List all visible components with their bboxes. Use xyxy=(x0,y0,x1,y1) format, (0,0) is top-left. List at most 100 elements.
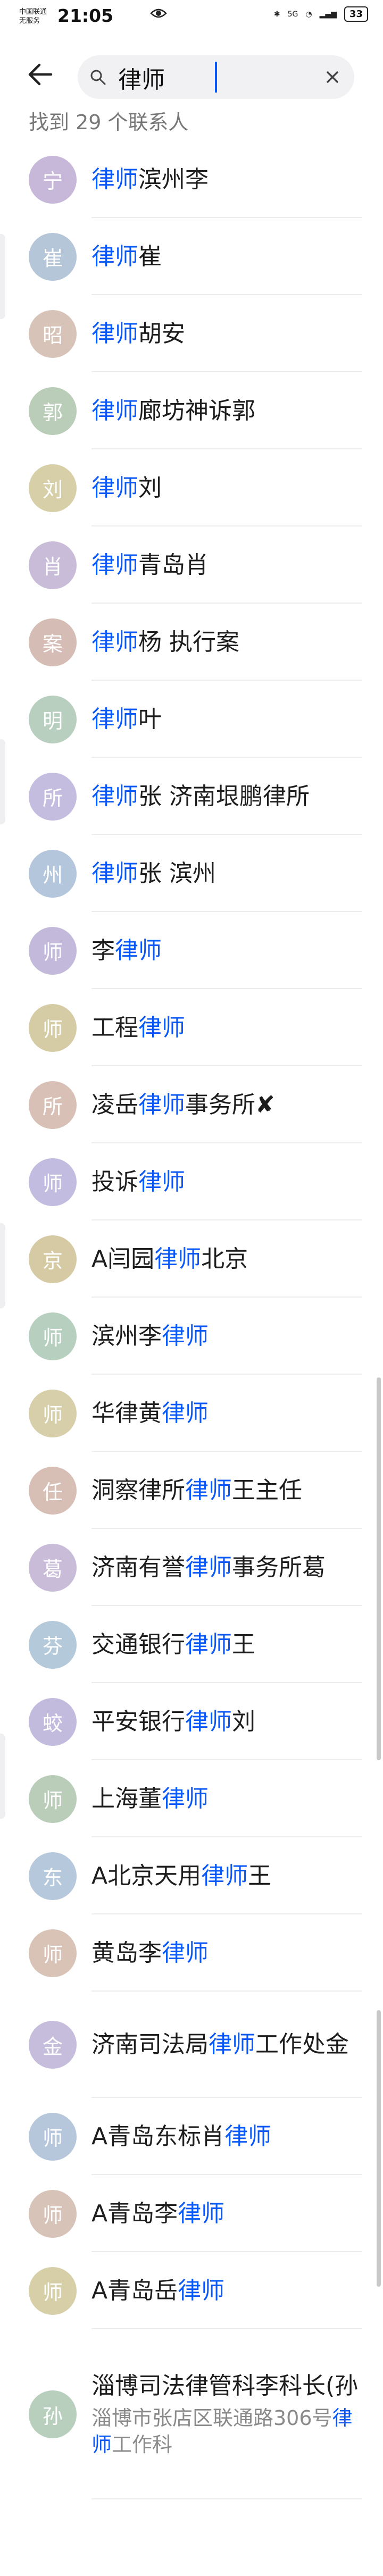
contact-name: 淄博司法律管科李科长(孙 淄博市张店区联通路306号律师工作科 xyxy=(91,2371,362,2458)
search-input[interactable] xyxy=(117,61,305,95)
contact-name: 济南司法局律师工作处金 xyxy=(91,2029,362,2060)
name-match-highlight: 律师 xyxy=(162,1785,209,1812)
name-match-highlight: 律师 xyxy=(185,1630,232,1658)
name-text: 廊坊神诉郭 xyxy=(138,397,255,424)
name-text: 杨 执行案 xyxy=(138,628,239,656)
edge-panel-handle[interactable] xyxy=(0,1223,5,1308)
close-icon[interactable] xyxy=(322,67,343,87)
name-text: 事务所葛 xyxy=(232,1553,326,1581)
contact-name: 律师胡安 xyxy=(91,319,362,349)
contact-avatar: 州 xyxy=(29,849,77,898)
name-match-highlight: 律师 xyxy=(91,705,138,733)
contact-row[interactable]: 任洞察律所律师王主任 xyxy=(0,1452,383,1529)
contact-avatar: 葛 xyxy=(29,1543,77,1592)
contact-row[interactable]: 师李律师 xyxy=(0,912,383,989)
contact-name: 律师崔 xyxy=(91,241,362,272)
contact-name: A青岛李律师 xyxy=(91,2198,362,2229)
contact-row[interactable]: 所律师张 济南垠鹏律所 xyxy=(0,758,383,835)
scrollbar[interactable] xyxy=(377,1377,381,1760)
name-text: 刘 xyxy=(232,1708,255,1735)
edge-panel-handle[interactable] xyxy=(0,739,5,824)
contact-row[interactable]: 崔律师崔 xyxy=(0,218,383,295)
contact-name: 律师刘 xyxy=(91,473,362,504)
contact-avatar: 所 xyxy=(29,772,77,821)
contact-name: 凌岳律师事务所✘ xyxy=(91,1090,362,1120)
contact-row[interactable]: 金济南司法局律师工作处金 xyxy=(0,1992,383,2098)
name-match-highlight: 律师 xyxy=(91,474,138,501)
name-text: 上海董 xyxy=(91,1785,162,1812)
name-match-highlight: 律师 xyxy=(162,1939,209,1967)
signal-icon: ▂▄▆ xyxy=(319,10,337,19)
contact-row[interactable]: 东 A北京天用律师王 xyxy=(0,1837,383,1914)
contact-avatar: 师 xyxy=(29,2266,77,2315)
contact-row[interactable]: 师上海董律师 xyxy=(0,1760,383,1837)
contact-name: 工程律师 xyxy=(91,1013,362,1043)
contact-name: 平安银行律师刘 xyxy=(91,1707,362,1737)
edge-panel-handle[interactable] xyxy=(0,234,5,319)
bluetooth-icon: ✱ xyxy=(273,10,280,19)
name-match-highlight: 律师 xyxy=(224,2122,272,2150)
name-match-highlight: 律师 xyxy=(115,936,162,964)
name-text: 洞察律所 xyxy=(91,1476,185,1504)
name-text: 王 xyxy=(248,1862,272,1889)
contact-name: 华律黄律师 xyxy=(91,1398,362,1429)
name-match-highlight: 律师 xyxy=(162,1322,209,1350)
contact-avatar: 师 xyxy=(29,2189,77,2238)
contact-row[interactable]: 宁律师滨州李 xyxy=(0,141,383,218)
contact-avatar: 东 xyxy=(29,1852,77,1900)
contact-row[interactable]: 蛟平安银行律师刘 xyxy=(0,1683,383,1760)
contact-row[interactable]: 案律师杨 执行案 xyxy=(0,604,383,681)
name-text: 工作处金 xyxy=(255,2031,349,2058)
contact-row[interactable]: 师 A青岛岳律师 xyxy=(0,2252,383,2329)
name-text: 刘 xyxy=(138,474,162,501)
contact-avatar: 孙 xyxy=(29,2390,77,2438)
scrollbar[interactable] xyxy=(377,2010,381,2287)
contact-name: 洞察律所律师王主任 xyxy=(91,1475,362,1506)
name-text: 济南司法局 xyxy=(91,2031,209,2058)
contact-row[interactable]: 明律师叶 xyxy=(0,681,383,758)
contact-row[interactable]: 师投诉律师 xyxy=(0,1143,383,1220)
contact-row[interactable]: 州律师张 滨州 xyxy=(0,835,383,912)
contact-name: 律师廊坊神诉郭 xyxy=(91,396,362,426)
name-text: 淄博司法律管科李科长(孙 xyxy=(91,2372,359,2399)
contact-avatar: 崔 xyxy=(29,232,77,281)
contact-name: 李律师 xyxy=(91,935,362,966)
name-text: 平安银行 xyxy=(91,1708,185,1735)
contact-row[interactable]: 师工程律师 xyxy=(0,989,383,1066)
contact-row[interactable]: 葛济南有誉律师事务所葛 xyxy=(0,1529,383,1606)
status-icons: ✱ 5G ◔ ▂▄▆ 33 xyxy=(274,6,368,22)
contact-row[interactable]: 肖律师青岛肖 xyxy=(0,526,383,604)
contact-row[interactable]: 师黄岛李律师 xyxy=(0,1914,383,1992)
eye-icon xyxy=(150,9,167,18)
search-box[interactable] xyxy=(78,55,354,99)
back-arrow-icon[interactable] xyxy=(24,58,56,90)
contact-name: 滨州李律师 xyxy=(91,1321,362,1352)
contact-row[interactable]: 京 A闫园律师北京 xyxy=(0,1220,383,1298)
name-match-highlight: 律师 xyxy=(185,1708,232,1735)
contact-row[interactable]: 师 A青岛李律师 xyxy=(0,2175,383,2252)
name-text: A青岛李 xyxy=(91,2199,178,2227)
row-divider xyxy=(91,2498,362,2499)
wifi-icon: ◔ xyxy=(305,10,312,19)
contact-row[interactable]: 昭律师胡安 xyxy=(0,295,383,372)
contact-row[interactable]: 刘律师刘 xyxy=(0,449,383,526)
name-text: 工程 xyxy=(91,1014,138,1041)
contact-row[interactable]: 郭律师廊坊神诉郭 xyxy=(0,372,383,449)
edge-panel-handle[interactable] xyxy=(0,1734,5,1819)
name-match-highlight: 律师 xyxy=(91,397,138,424)
contact-avatar: 师 xyxy=(29,1775,77,1823)
carrier-info: 中国联通 无服务 xyxy=(19,7,47,26)
contact-row[interactable]: 芬交通银行律师王 xyxy=(0,1606,383,1683)
contact-row[interactable]: 所凌岳律师事务所✘ xyxy=(0,1066,383,1143)
contact-name: A闫园律师北京 xyxy=(91,1244,362,1275)
contact-avatar: 师 xyxy=(29,1158,77,1206)
contact-row[interactable]: 师 A青岛东标肖律师 xyxy=(0,2098,383,2175)
contact-row[interactable]: 师华律黄律师 xyxy=(0,1375,383,1452)
name-text: 王主任 xyxy=(232,1476,302,1504)
contact-row[interactable]: 孙淄博司法律管科李科长(孙 淄博市张店区联通路306号律师工作科 xyxy=(0,2329,383,2499)
contact-row[interactable]: 师滨州李律师 xyxy=(0,1298,383,1375)
contact-avatar: 师 xyxy=(29,1003,77,1052)
name-match-highlight: 律师 xyxy=(91,782,138,810)
name-match-highlight: 律师 xyxy=(201,1862,248,1889)
status-time: 21:05 xyxy=(57,5,114,26)
